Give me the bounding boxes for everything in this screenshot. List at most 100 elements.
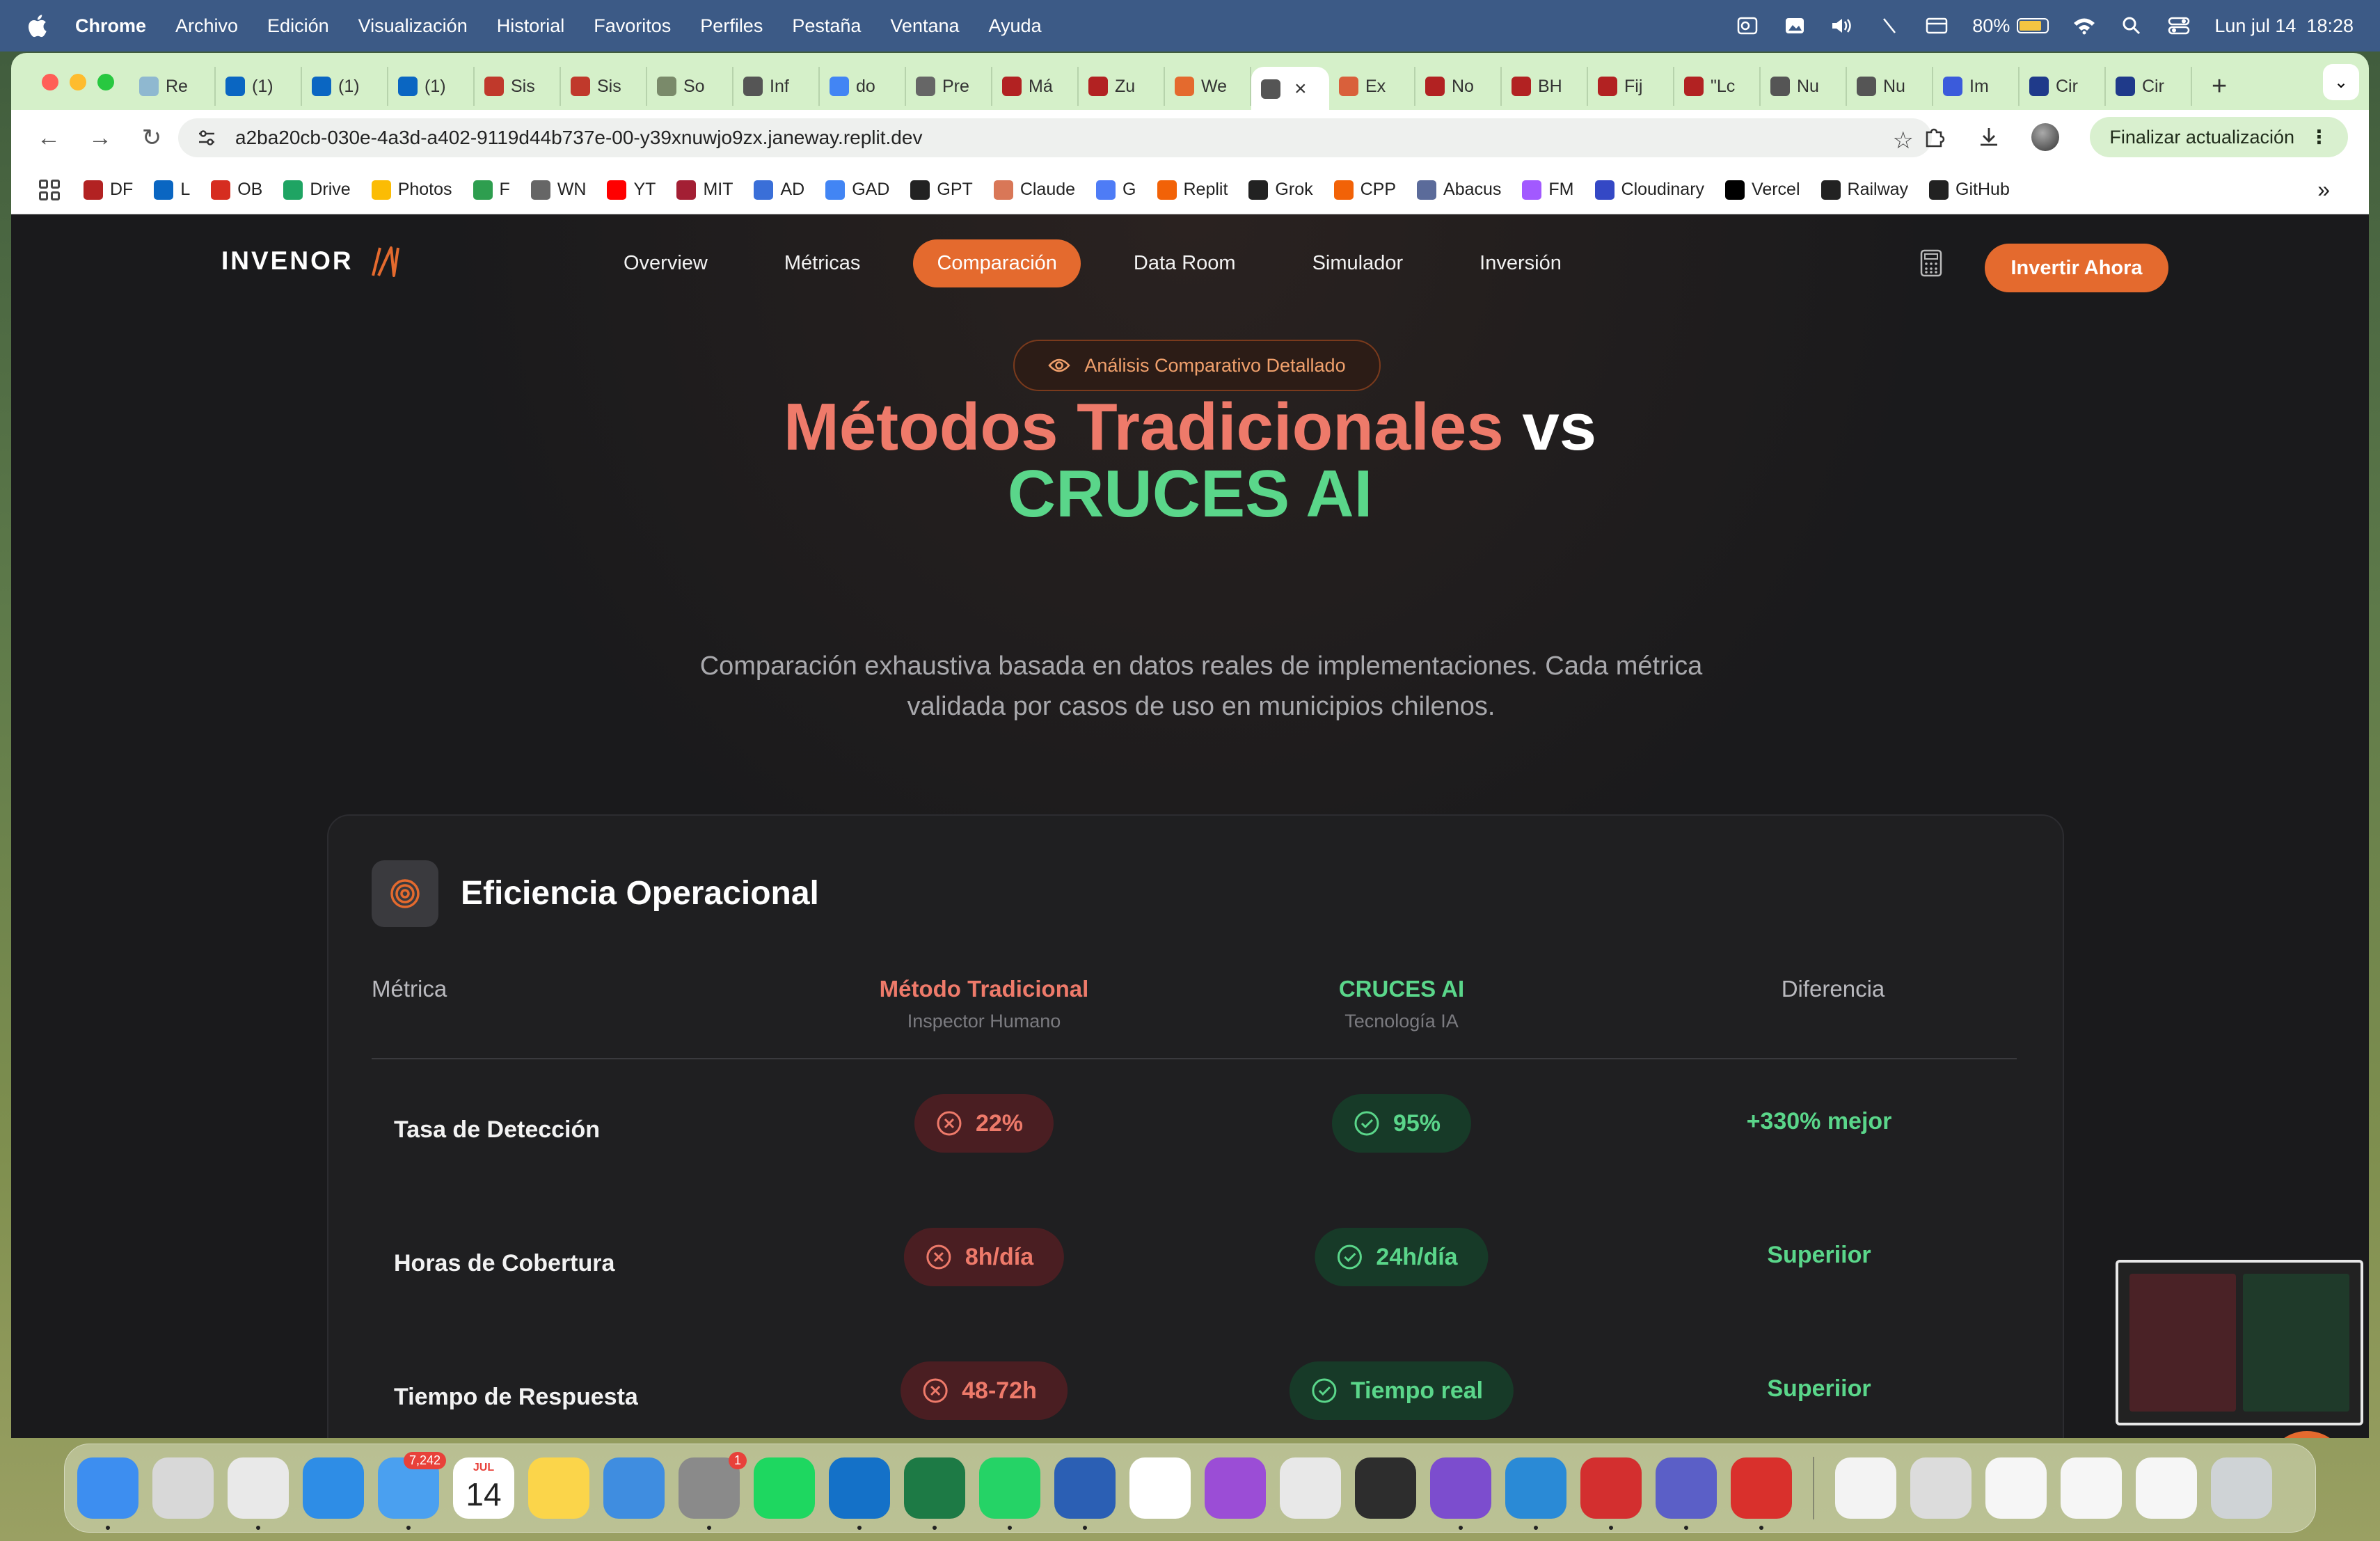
tab[interactable]: Má: [992, 67, 1079, 106]
bookmark-item[interactable]: Drive: [283, 180, 351, 200]
tab[interactable]: BH: [1502, 67, 1588, 106]
menu-pestana[interactable]: Pestaña: [792, 15, 861, 37]
bluetooth-off-icon[interactable]: [1878, 15, 1901, 36]
tab[interactable]: Zu: [1079, 67, 1165, 106]
dock-word-icon[interactable]: [1054, 1457, 1116, 1530]
update-button[interactable]: Finalizar actualización ⋮: [2090, 117, 2348, 157]
dock-mail-icon[interactable]: 7,242: [378, 1452, 446, 1530]
dock-vscode-icon[interactable]: [1505, 1457, 1566, 1530]
close-window-button[interactable]: [42, 74, 58, 90]
dock-invenor-doc-icon[interactable]: [1835, 1457, 1896, 1519]
dock-whatsapp-icon[interactable]: [979, 1457, 1040, 1530]
control-center-icon[interactable]: [2167, 15, 2191, 36]
tab[interactable]: Inf: [733, 67, 820, 106]
dock-word-doc-2-icon[interactable]: [2061, 1457, 2122, 1519]
bookmark-item[interactable]: Photos: [371, 180, 452, 200]
tab[interactable]: No: [1415, 67, 1502, 106]
dock-spotify-icon[interactable]: [754, 1457, 815, 1519]
minimize-window-button[interactable]: [70, 74, 86, 90]
dock-setapp-icon[interactable]: [1355, 1457, 1416, 1519]
bookmark-item[interactable]: G: [1096, 180, 1136, 200]
tab[interactable]: Ex: [1329, 67, 1415, 106]
tab[interactable]: Nu: [1847, 67, 1933, 106]
tab[interactable]: Sis: [475, 67, 561, 106]
apple-icon[interactable]: [26, 14, 47, 38]
bookmark-item[interactable]: AD: [754, 180, 804, 200]
screenshot-thumbnail[interactable]: [2116, 1260, 2363, 1425]
outlook-status-icon[interactable]: [1736, 15, 1759, 36]
invertir-ahora-button[interactable]: Invertir Ahora: [1985, 244, 2168, 292]
bookmark-item[interactable]: Grok: [1248, 180, 1313, 200]
site-info-icon[interactable]: [196, 127, 217, 148]
calculator-icon[interactable]: [1919, 249, 1943, 277]
tab[interactable]: (1): [216, 67, 302, 106]
dock-photo-booth-icon[interactable]: [1731, 1457, 1792, 1530]
tab[interactable]: Re: [129, 67, 216, 106]
url-text[interactable]: a2ba20cb-030e-4a3d-a402-9119d44b737e-00-…: [235, 127, 922, 149]
dock-safari-icon[interactable]: [303, 1457, 364, 1519]
bookmark-item[interactable]: Cloudinary: [1594, 180, 1704, 200]
battery-indicator[interactable]: 80%: [1972, 15, 2049, 37]
bookmark-item[interactable]: Replit: [1157, 180, 1228, 200]
new-tab-button[interactable]: +: [2212, 72, 2227, 102]
scroll-to-top-button[interactable]: [2266, 1431, 2348, 1438]
menu-ayuda[interactable]: Ayuda: [989, 15, 1042, 37]
menu-app-chrome[interactable]: Chrome: [75, 15, 146, 37]
bookmark-star-icon[interactable]: ☆: [1893, 127, 1914, 155]
bookmarks-overflow-icon[interactable]: »: [2317, 177, 2330, 203]
dock-excel-icon[interactable]: [904, 1457, 965, 1530]
nav-link-0[interactable]: Overview: [600, 239, 731, 287]
bookmark-item[interactable]: FM: [1522, 180, 1574, 200]
bookmark-item[interactable]: OB: [211, 180, 262, 200]
close-tab-icon[interactable]: ×: [1294, 77, 1307, 101]
dock-circle-app-icon[interactable]: [1205, 1457, 1266, 1519]
dock-trash-icon[interactable]: [2211, 1457, 2272, 1519]
menu-edicion[interactable]: Edición: [267, 15, 329, 37]
bookmark-item[interactable]: GAD: [825, 180, 889, 200]
forward-button[interactable]: →: [86, 124, 114, 152]
address-bar[interactable]: a2ba20cb-030e-4a3d-a402-9119d44b737e-00-…: [178, 118, 1932, 157]
bookmark-item[interactable]: CPP: [1333, 180, 1396, 200]
dock-finder-icon[interactable]: [77, 1457, 138, 1530]
dock-github-desktop-icon[interactable]: [1430, 1457, 1491, 1530]
tab-search-button[interactable]: ⌄: [2323, 64, 2359, 100]
bookmark-item[interactable]: F: [473, 180, 510, 200]
bookmark-item[interactable]: Claude: [993, 180, 1075, 200]
tab[interactable]: do: [820, 67, 906, 106]
nav-link-5[interactable]: Inversión: [1456, 239, 1585, 287]
bookmark-item[interactable]: GitHub: [1929, 180, 2010, 200]
wifi-icon[interactable]: [2072, 15, 2096, 36]
menu-archivo[interactable]: Archivo: [175, 15, 238, 37]
spotlight-search-icon[interactable]: [2120, 15, 2143, 36]
bookmark-item[interactable]: L: [154, 180, 190, 200]
tab[interactable]: Nu: [1761, 67, 1847, 106]
dock-settings-icon[interactable]: 1: [679, 1452, 747, 1530]
dock-chrome-icon[interactable]: [228, 1457, 289, 1530]
dock-acrobat-icon[interactable]: [1580, 1457, 1642, 1530]
tab[interactable]: We: [1165, 67, 1251, 106]
tab[interactable]: So: [647, 67, 733, 106]
dock-iphone-mirroring-icon[interactable]: [1280, 1457, 1341, 1519]
bookmark-item[interactable]: YT: [607, 180, 656, 200]
dock-outlook-icon[interactable]: [829, 1457, 890, 1530]
dock-launchpad-icon[interactable]: [152, 1457, 214, 1519]
reload-button[interactable]: ↻: [138, 124, 166, 152]
invenor-logo[interactable]: INVENOR: [221, 244, 401, 278]
dock-notes-icon[interactable]: [528, 1457, 589, 1519]
menu-favoritos[interactable]: Favoritos: [594, 15, 671, 37]
dock-screenshot-1-icon[interactable]: [1910, 1457, 1972, 1519]
tab[interactable]: (1): [302, 67, 388, 106]
dock-keynote-icon[interactable]: [603, 1457, 665, 1519]
bookmark-item[interactable]: Abacus: [1417, 180, 1501, 200]
tab-active[interactable]: ×: [1251, 67, 1329, 111]
dock-calendar-31-icon[interactable]: [1129, 1457, 1191, 1519]
dock-calendar-icon[interactable]: JUL 14: [453, 1457, 514, 1519]
tab[interactable]: "Lc: [1674, 67, 1761, 106]
display-icon[interactable]: [1925, 15, 1949, 36]
dock-word-doc-1-icon[interactable]: [1985, 1457, 2047, 1519]
dock-teams-icon[interactable]: [1656, 1457, 1717, 1530]
volume-icon[interactable]: [1830, 15, 1854, 36]
tab[interactable]: Cir: [2106, 67, 2192, 106]
photos-status-icon[interactable]: [1783, 15, 1807, 36]
bookmark-item[interactable]: GPT: [910, 180, 973, 200]
